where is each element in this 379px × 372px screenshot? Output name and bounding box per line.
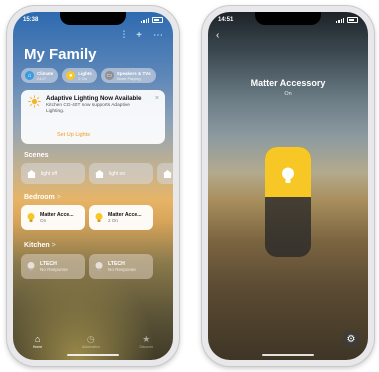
bedroom-accessory-1[interactable]: Matter Acce... On bbox=[21, 205, 85, 230]
tab-label: Discover bbox=[139, 345, 154, 349]
add-icon[interactable]: + bbox=[136, 31, 142, 41]
home-indicator[interactable] bbox=[67, 353, 119, 356]
signal-icon bbox=[336, 17, 344, 23]
accessory-status: No Response bbox=[40, 266, 68, 272]
scenes-row: light off light on bbox=[21, 163, 173, 184]
tab-automation[interactable]: ◷ Automation bbox=[81, 334, 100, 350]
accessory-status: 2 On bbox=[108, 217, 118, 223]
accessory-title: Matter Accessory bbox=[250, 78, 326, 88]
accessory-detail-screen: 14:51 ‹ Matter Accessory On ⚙ bbox=[208, 12, 368, 360]
chip-sub: 2 On bbox=[78, 75, 87, 81]
chip-lights[interactable]: ● Lights 2 On bbox=[62, 68, 97, 83]
chip-sub: None Playing bbox=[116, 75, 141, 81]
gear-icon: ⚙ bbox=[346, 333, 356, 345]
battery-icon bbox=[152, 17, 163, 23]
home-toolbar: ⫶ + ⋯ bbox=[123, 31, 163, 41]
status-icons bbox=[336, 17, 358, 23]
set-up-lights-link[interactable]: Set Up Lights bbox=[57, 132, 90, 138]
close-icon[interactable]: × bbox=[155, 95, 159, 102]
house-icon bbox=[27, 169, 36, 178]
kitchen-label[interactable]: Kitchen > bbox=[24, 242, 56, 249]
scenes-label: Scenes bbox=[24, 152, 49, 159]
notch bbox=[60, 12, 126, 25]
chevron-right-icon: > bbox=[56, 194, 61, 201]
clock-icon: ◷ bbox=[86, 334, 95, 344]
scene-label: light on bbox=[109, 170, 126, 177]
bulb-icon: ● bbox=[66, 71, 76, 80]
notch bbox=[255, 12, 321, 25]
status-icons bbox=[141, 17, 163, 23]
tab-label: Home bbox=[32, 345, 43, 349]
home-indicator[interactable] bbox=[262, 353, 314, 356]
tab-home[interactable]: ⌂ Home bbox=[32, 334, 43, 350]
signal-icon bbox=[141, 17, 149, 23]
bulb-icon bbox=[27, 261, 35, 271]
battery-icon bbox=[347, 17, 358, 23]
scene-label: light off bbox=[41, 170, 58, 177]
chip-speakers[interactable]: ▭ Speakers & TVs None Playing bbox=[100, 68, 156, 83]
chevron-right-icon: > bbox=[51, 242, 56, 249]
voice-icon[interactable]: ⫶ bbox=[123, 31, 126, 41]
kitchen-title: Kitchen bbox=[24, 242, 50, 249]
kitchen-accessory-1[interactable]: LTECH No Response bbox=[21, 254, 85, 279]
tab-label: Automation bbox=[81, 345, 100, 349]
tv-icon: ▭ bbox=[104, 71, 114, 80]
home-icon: ⌂ bbox=[34, 334, 41, 344]
bedroom-title: Bedroom bbox=[24, 194, 55, 201]
bedroom-row: Matter Acce... On Matter Acce... 2 On bbox=[21, 205, 153, 230]
status-time: 15:38 bbox=[23, 17, 39, 23]
bedroom-accessory-2[interactable]: Matter Acce... 2 On bbox=[89, 205, 153, 230]
kitchen-accessory-2[interactable]: LTECH No Response bbox=[89, 254, 153, 279]
sun-icon bbox=[28, 95, 41, 108]
home-app-screen: 15:38 ⫶ + ⋯ My Family ⌂ Climate 24.0° ● L… bbox=[13, 12, 173, 360]
banner-body: Kitchen CG-40T now supports Adaptive Lig… bbox=[46, 103, 130, 114]
house-icon bbox=[163, 169, 172, 178]
bulb-icon bbox=[27, 212, 35, 222]
house-icon: ⌂ bbox=[25, 71, 34, 80]
adaptive-lighting-banner[interactable]: Adaptive Lighting Now Available Kitchen … bbox=[21, 90, 165, 144]
scene-light-off[interactable]: light off bbox=[21, 163, 85, 184]
bulb-icon bbox=[282, 167, 294, 183]
more-icon[interactable]: ⋯ bbox=[153, 31, 163, 41]
tab-discover[interactable]: ★ Discover bbox=[139, 334, 154, 350]
star-icon: ★ bbox=[142, 334, 151, 344]
banner-title: Adaptive Lighting Now Available bbox=[46, 95, 142, 102]
status-chips: ⌂ Climate 24.0° ● Lights 2 On ▭ Speakers &… bbox=[21, 68, 173, 83]
bedroom-label[interactable]: Bedroom > bbox=[24, 194, 61, 201]
brightness-slider[interactable] bbox=[265, 147, 311, 257]
settings-gear-button[interactable]: ⚙ bbox=[342, 330, 360, 348]
scene-partial[interactable] bbox=[157, 163, 173, 184]
house-icon bbox=[95, 169, 104, 178]
chip-sub: 24.0° bbox=[37, 75, 47, 81]
chip-climate[interactable]: ⌂ Climate 24.0° bbox=[21, 68, 59, 83]
status-time: 14:51 bbox=[218, 17, 234, 23]
bulb-icon bbox=[95, 212, 103, 222]
chevron-left-icon[interactable]: ‹ bbox=[216, 31, 219, 41]
phone-home-screen: 15:38 ⫶ + ⋯ My Family ⌂ Climate 24.0° ● L… bbox=[7, 6, 179, 366]
accessory-status: No Response bbox=[108, 266, 136, 272]
accessory-status: On bbox=[40, 217, 47, 223]
bulb-icon bbox=[95, 261, 103, 271]
kitchen-row: LTECH No Response LTECH No Response bbox=[21, 254, 153, 279]
home-title: My Family bbox=[24, 46, 97, 63]
scene-light-on[interactable]: light on bbox=[89, 163, 153, 184]
accessory-status: On bbox=[284, 91, 292, 97]
phone-accessory-screen: 14:51 ‹ Matter Accessory On ⚙ bbox=[202, 6, 374, 366]
